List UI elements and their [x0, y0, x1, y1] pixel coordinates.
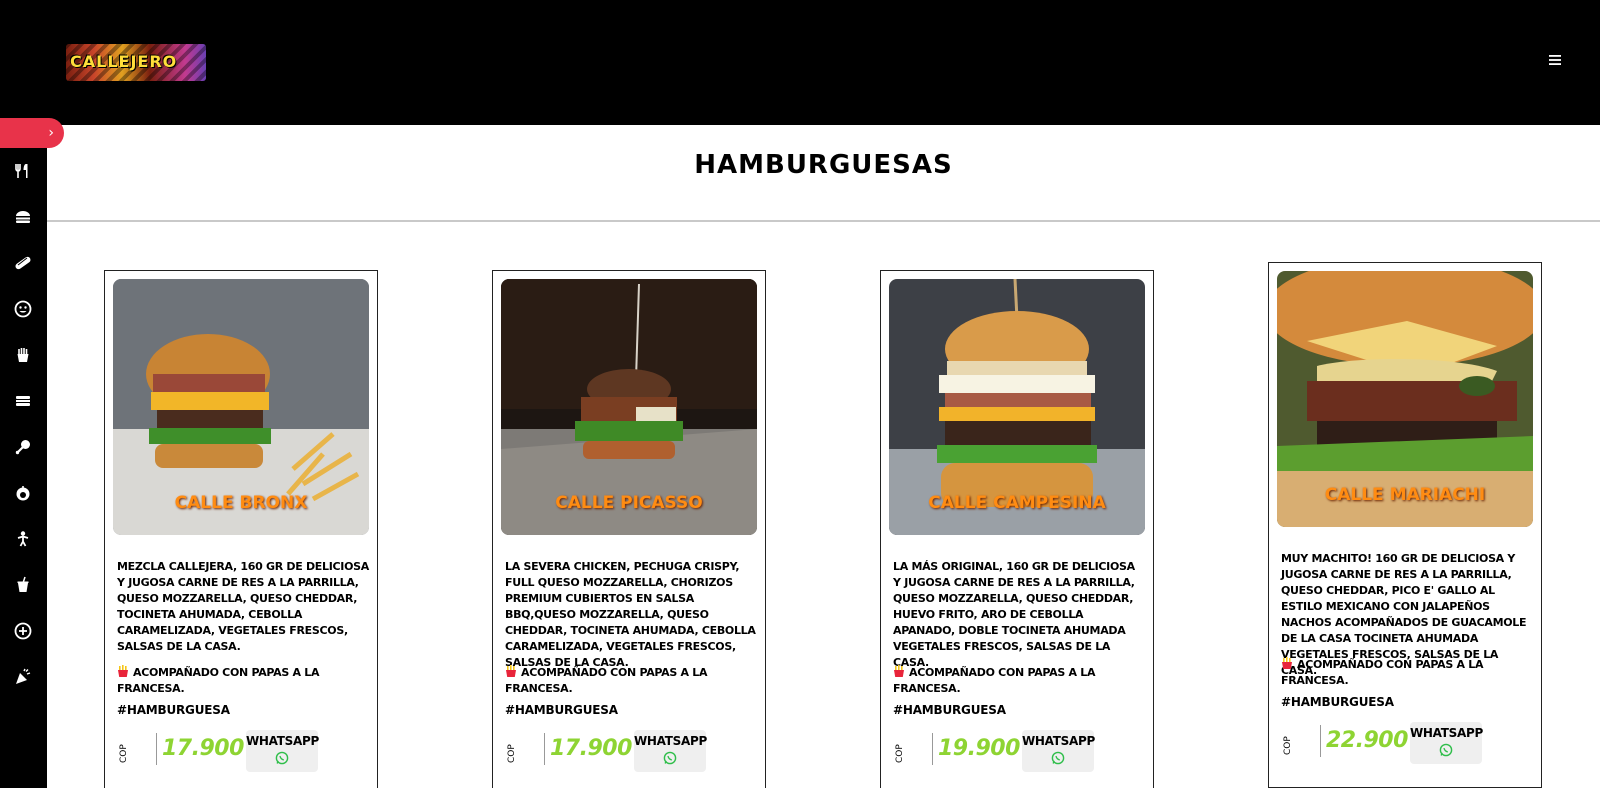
fries-emoji-icon — [1282, 657, 1292, 669]
whatsapp-icon — [1051, 751, 1065, 765]
product-name: CALLE CAMPESINA — [928, 493, 1106, 513]
product-photo[interactable]: CALLE CAMPESINA — [889, 279, 1145, 535]
drumstick-icon[interactable] — [13, 437, 33, 457]
product-card[interactable]: CALLE CAMPESINA La más original, 160 gr … — [880, 270, 1154, 788]
product-hashtag[interactable]: #HAMBURGUESA — [893, 703, 1006, 717]
product-hashtag[interactable]: #HAMBURGUESA — [117, 703, 230, 717]
product-hashtag[interactable]: #HAMBURGUESA — [1281, 695, 1394, 709]
currency-label: COP — [1283, 736, 1293, 756]
side-rail-toggle-button[interactable]: › — [0, 118, 64, 148]
product-description: Mezcla callejera, 160 gr de deliciosa y … — [117, 560, 369, 653]
party-icon[interactable] — [13, 667, 33, 687]
price-divider — [932, 733, 933, 765]
product-description: La más original, 160 gr de deliciosa y j… — [893, 560, 1135, 669]
product-side-note: Acompañado con papas a la francesa. — [117, 665, 320, 695]
fork-knife-icon[interactable] — [13, 161, 33, 181]
child-icon[interactable] — [13, 529, 33, 549]
product-name: CALLE BRONX — [174, 493, 308, 513]
chevron-right-icon: › — [48, 125, 54, 141]
hamburger-menu-icon[interactable] — [1547, 52, 1563, 68]
product-side-note: Acompañado con papas a la francesa. — [893, 665, 1096, 695]
section-divider — [47, 220, 1600, 222]
product-card[interactable]: CALLE MARIACHI Muy machito! 160 gr de de… — [1268, 262, 1542, 788]
price-divider — [156, 733, 157, 765]
fries-emoji-icon — [506, 665, 516, 677]
product-card[interactable]: CALLE BRONX Mezcla callejera, 160 gr de … — [104, 270, 378, 788]
product-photo[interactable]: CALLE BRONX — [113, 279, 369, 535]
brand-logo[interactable]: CALLEJERO — [66, 44, 206, 81]
currency-label: COP — [507, 744, 517, 764]
product-price: 17.900 — [550, 736, 632, 761]
product-side-note: Acompañado con papas a la francesa. — [1281, 657, 1484, 687]
product-price: 22.900 — [1326, 728, 1408, 753]
product-name: CALLE MARIACHI — [1324, 485, 1486, 505]
whatsapp-label: WHATSAPP — [1022, 734, 1095, 748]
price-divider — [544, 733, 545, 765]
add-circle-icon[interactable] — [13, 621, 33, 641]
whatsapp-order-button[interactable]: WHATSAPP — [1022, 730, 1095, 772]
fries-emoji-icon — [894, 665, 904, 677]
product-photo[interactable]: CALLE MARIACHI — [1277, 271, 1533, 527]
whatsapp-order-button[interactable]: WHATSAPP — [246, 730, 319, 772]
product-price: 19.900 — [938, 736, 1020, 761]
product-name: CALLE PICASSO — [555, 493, 703, 513]
fries-emoji-icon — [118, 665, 128, 677]
cupcake-icon[interactable] — [13, 483, 33, 503]
currency-label: COP — [895, 744, 905, 764]
whatsapp-label: WHATSAPP — [246, 734, 319, 748]
product-card[interactable]: CALLE PICASSO La severa chicken, pechuga… — [492, 270, 766, 788]
product-description: La severa chicken, pechuga crispy, full … — [505, 560, 756, 669]
product-price: 17.900 — [162, 736, 244, 761]
fries-icon[interactable] — [13, 345, 33, 365]
section-title: HAMBURGUESAS — [694, 150, 953, 180]
whatsapp-order-button[interactable]: WHATSAPP — [1410, 722, 1483, 764]
whatsapp-order-button[interactable]: WHATSAPP — [634, 730, 707, 772]
smiley-icon[interactable] — [13, 299, 33, 319]
hotdog-icon[interactable] — [13, 253, 33, 273]
whatsapp-label: WHATSAPP — [634, 734, 707, 748]
price-divider — [1320, 725, 1321, 757]
sandwich-icon[interactable] — [13, 391, 33, 411]
whatsapp-icon — [663, 751, 677, 765]
top-header: CALLEJERO — [0, 0, 1600, 125]
product-hashtag[interactable]: #HAMBURGUESA — [505, 703, 618, 717]
whatsapp-icon — [275, 751, 289, 765]
whatsapp-icon — [1439, 743, 1453, 757]
product-photo[interactable]: CALLE PICASSO — [501, 279, 757, 535]
currency-label: COP — [119, 744, 129, 764]
drink-icon[interactable] — [13, 575, 33, 595]
whatsapp-label: WHATSAPP — [1410, 726, 1483, 740]
product-side-note: Acompañado con papas a la francesa. — [505, 665, 708, 695]
burger-icon[interactable] — [13, 207, 33, 227]
